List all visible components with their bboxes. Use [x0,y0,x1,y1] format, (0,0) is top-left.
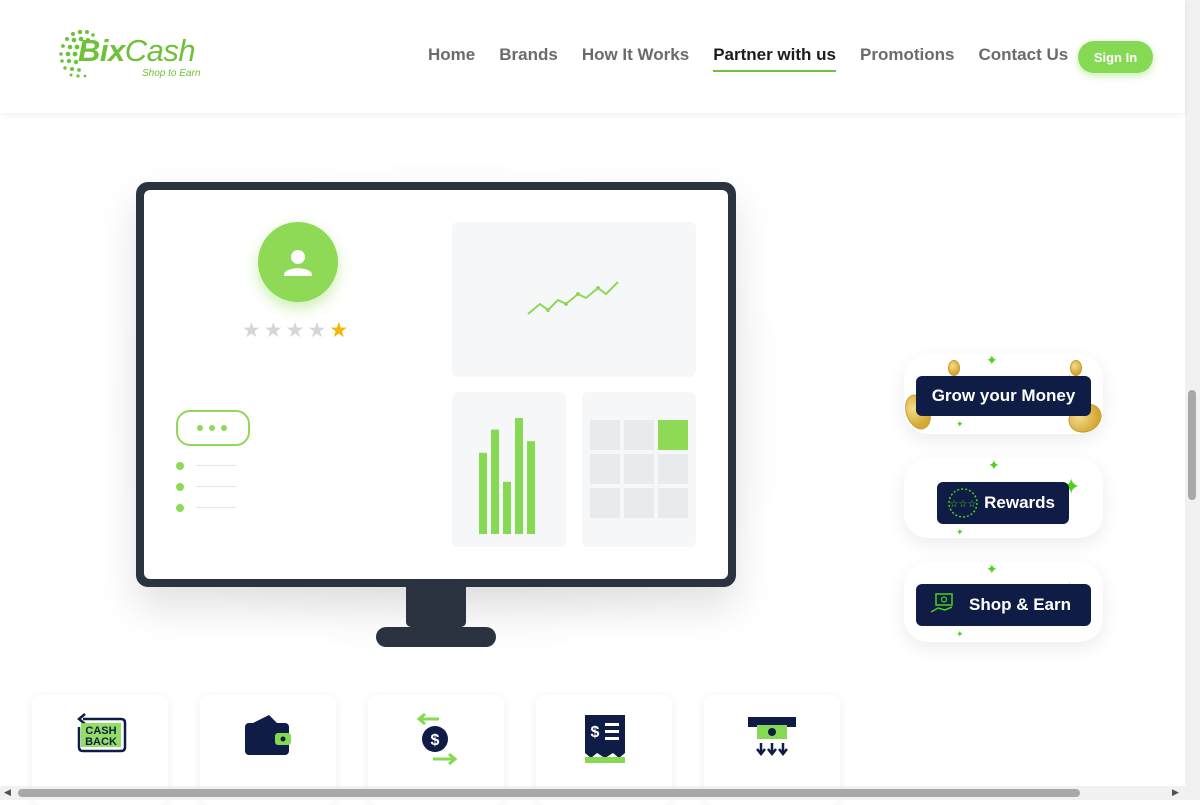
chat-bubble-icon [176,410,250,446]
cashback-icon: CASH BACK [77,713,127,753]
nav-partner-with-us[interactable]: Partner with us [713,45,836,72]
grid-cell-active [658,420,688,450]
line-trend-icon [527,281,619,315]
nav-brands[interactable]: Brands [499,45,558,65]
money-exchange-icon: $ [416,713,458,765]
grid-cell [590,454,620,484]
badge-label: Rewards [984,493,1055,512]
star-icon: ★ [263,319,286,342]
sparkle-icon: ✦ [956,527,964,537]
receipt-icon: $ [585,715,625,763]
user-icon [284,250,312,276]
nav-home[interactable]: Home [428,45,475,65]
illustration-bar [515,418,523,534]
badge-shop-earn[interactable]: ✦ ✦ ✦ Shop & Earn [904,562,1103,642]
monitor-screen: ★★★★★ [144,190,728,579]
illustration-bar [479,452,487,534]
nav-how-it-works[interactable]: How It Works [582,45,689,65]
monitor-stand-neck [406,587,466,627]
user-avatar [258,222,338,302]
star-icon: ★ [285,319,308,342]
grid-panel [582,392,696,547]
sparkle-icon: ✦ [988,457,1000,473]
bar-chart-icon [479,418,535,534]
badge-grow-your-money[interactable]: ✦ ✦ ✦ Grow your Money [900,352,1107,438]
svg-text:$: $ [431,732,440,749]
scroll-left-arrow-icon[interactable]: ◀ [4,788,11,797]
horizontal-scrollbar-thumb[interactable] [18,789,1080,797]
stars-circle-icon: ☆☆☆ [948,488,978,518]
badge-label: Shop & Earn [968,595,1071,614]
wallet-icon [245,715,291,755]
illustration-bar [503,481,511,534]
bar-chart-panel [452,392,566,547]
hand-cash-icon [930,593,953,613]
sparkle-icon: ✦ [956,629,964,639]
main-nav: Home Brands How It Works Partner with us… [428,45,1092,72]
sign-in-button[interactable]: Sign In [1078,41,1153,73]
nav-promotions[interactable]: Promotions [860,45,954,65]
line-chart-panel [452,222,696,377]
grid-cell [624,454,654,484]
site-header: BixCash Shop to Earn Home Brands How It … [0,0,1185,113]
svg-text:BACK: BACK [85,736,117,748]
vertical-scrollbar-thumb[interactable] [1188,390,1196,500]
monitor-stand-base [376,627,496,647]
sparkle-icon: ✦ [986,561,998,577]
scroll-right-arrow-icon[interactable]: ▶ [1172,788,1179,797]
logo-wordmark: BixCash [78,33,196,68]
sparkle-icon: ✦ [956,419,964,429]
badge-rewards[interactable]: ✦ ✦ ✦ Rewards ☆☆☆ [904,458,1103,538]
badge-label: Grow your Money [916,376,1091,416]
star-icon: ★ [307,319,330,342]
atm-withdraw-icon [748,717,796,757]
star-filled-icon: ★ [329,319,352,342]
bixcash-logo[interactable]: BixCash Shop to Earn [56,26,216,82]
illustration-bar [491,429,499,534]
logo-tagline: Shop to Earn [142,68,201,79]
sparkle-icon: ✦ [986,352,998,368]
grid-cell [624,488,654,518]
coin-icon [948,360,960,376]
rating-stars: ★★★★★ [242,318,351,343]
illustration-bar [527,441,535,534]
svg-text:$: $ [591,724,600,741]
svg-text:☆☆☆: ☆☆☆ [950,499,977,510]
grid-cell [624,420,654,450]
grid-cell [658,454,688,484]
grid-cell [590,420,620,450]
grid-cell [590,488,620,518]
nav-contact-us[interactable]: Contact Us [978,45,1068,65]
grid-cell [658,488,688,518]
star-icon: ★ [242,319,264,342]
monitor-illustration: ★★★★★ [136,182,736,587]
